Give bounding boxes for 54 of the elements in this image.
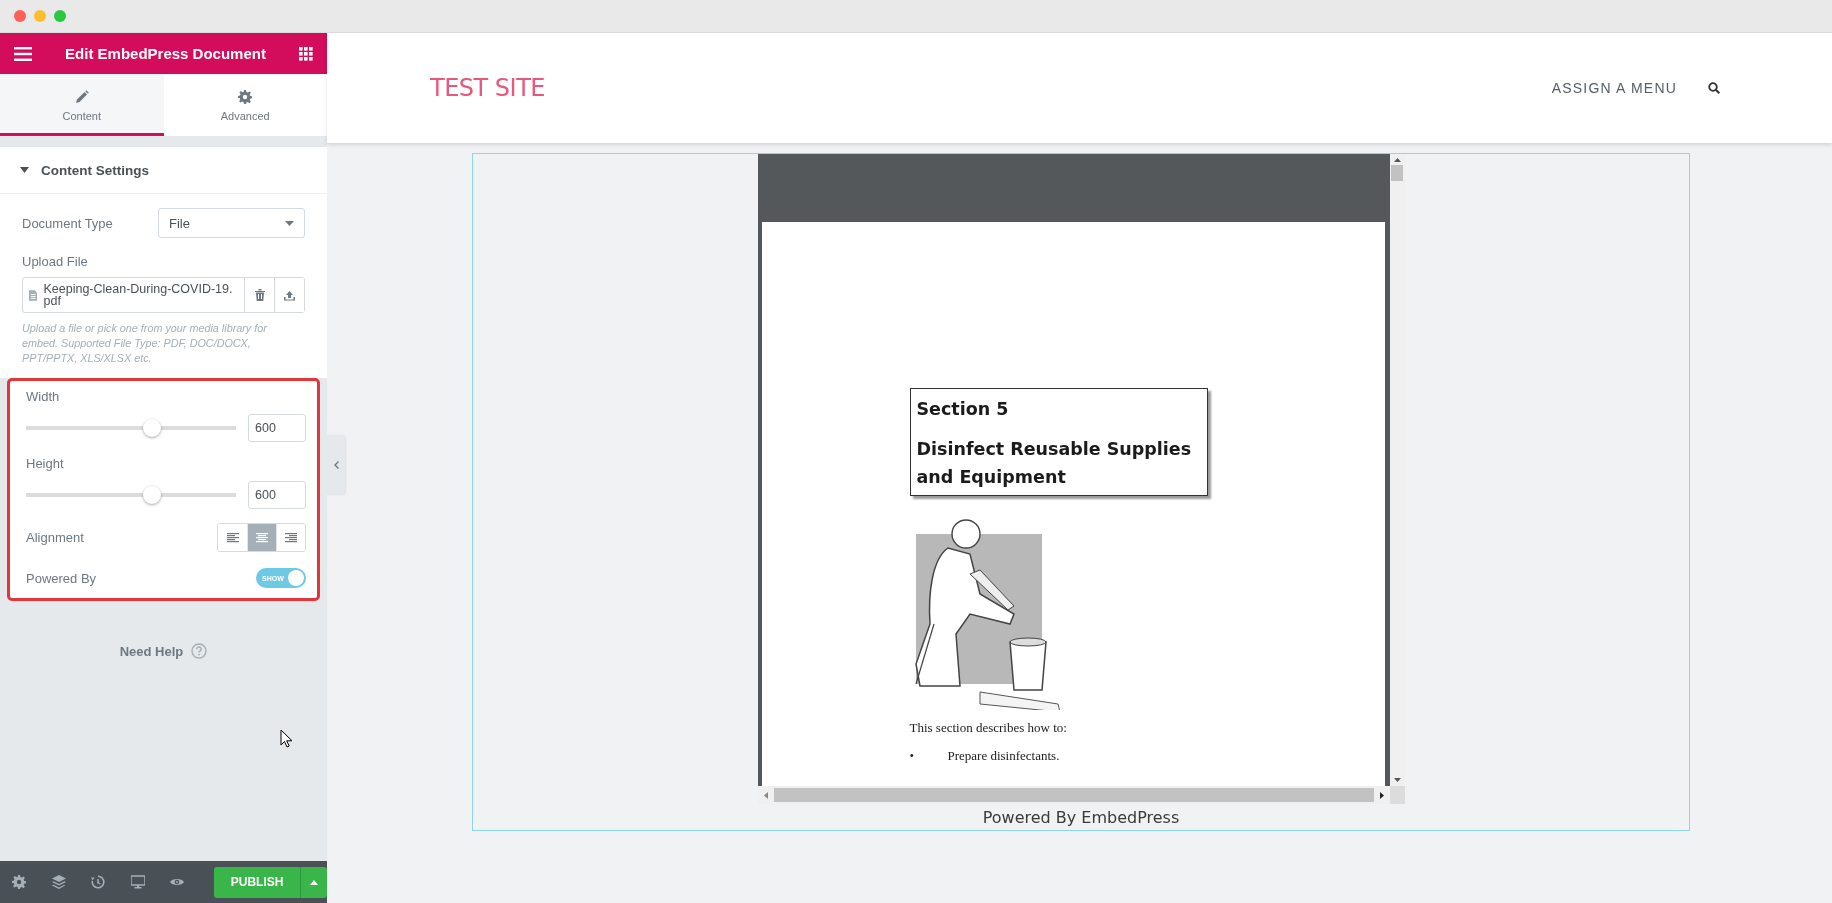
section-title: Content Settings [41,162,149,178]
panel-tab[interactable]: Content [0,74,164,136]
field-label: Upload File [22,254,89,269]
menu-button[interactable] [14,46,32,61]
field-label: Powered By [26,570,97,586]
window-control-dot[interactable] [14,10,26,22]
settings-icon [238,89,253,104]
scroll-down-icon [1393,778,1401,782]
list-item: Prepare disinfectants. [947,748,1060,764]
slider-thumb[interactable] [143,419,161,437]
pencil-icon [74,89,89,104]
site-title[interactable]: TEST SITE [430,74,1552,102]
history-icon [91,875,106,889]
scroll-up-icon [1393,158,1401,162]
window-control-dot[interactable] [34,10,46,22]
number-field[interactable]: 600 [248,414,306,442]
align-right-icon [285,532,297,543]
dropdown-caret-icon [285,220,294,226]
help-icon [191,643,208,659]
collapse-handle[interactable] [327,435,345,495]
section-heading: Section 5 [916,399,1010,419]
scroll-right-icon [1379,791,1384,799]
widgets-button[interactable] [299,46,313,61]
section-title: Disinfect Reusable Supplies and Equipment [916,438,1193,489]
search-icon [1708,82,1720,94]
field-label: Width [26,389,61,404]
bullet-mark: • [909,748,916,764]
field-label: Document Type [22,215,113,231]
cursor-icon [280,729,293,748]
layers-icon [51,875,66,889]
grid-icon [299,46,313,61]
field-label: Alignment [26,530,84,545]
align-button[interactable] [247,524,276,551]
align-left-icon [226,532,239,543]
help-text: Upload a file or pick one from your media library for embed. Supported File Type: PDF, DOC/DOCX, PPT/PPTX, XLS/XLSX etc. [22,321,268,366]
settings-icon [12,875,26,889]
need-help-link[interactable]: Need Help [119,643,184,659]
menu-icon [14,46,32,61]
caret-up-icon [310,879,319,885]
slider-thumb[interactable] [143,486,161,504]
align-button[interactable] [276,524,305,551]
powered-by-text: Powered By EmbedPress [982,808,1180,827]
align-center-icon [256,532,268,543]
field-label: Height [26,456,65,471]
monitor-icon [130,875,145,889]
publish-options-button[interactable] [300,866,327,898]
menu-link[interactable]: ASSIGN A MENU [1551,80,1677,96]
number-field[interactable]: 600 [248,481,306,509]
window-control-dot[interactable] [54,10,66,22]
panel-title: Edit EmbedPress Document [64,45,267,62]
scroll-left-icon [763,791,768,799]
document-type-select[interactable]: File [158,208,305,238]
body-text: This section describes how to: [909,720,1068,736]
chevron-left-icon [333,461,339,469]
